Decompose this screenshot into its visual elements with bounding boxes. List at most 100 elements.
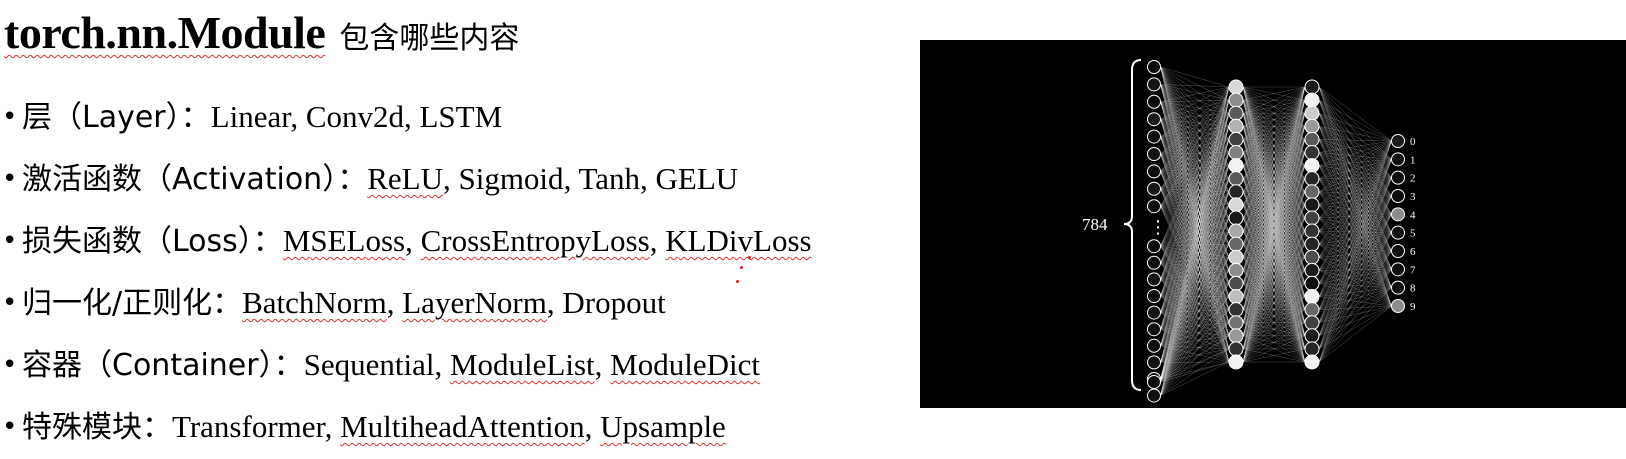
- bullet-list: 层（Layer）：Linear, Conv2d, LSTM激活函数（Activa…: [0, 86, 940, 458]
- bullet-category: 激活函数（Activation）：: [22, 162, 367, 197]
- neuron: [1305, 276, 1319, 290]
- module-name: ReLU: [367, 161, 443, 196]
- output-label: 0: [1410, 136, 1416, 148]
- neuron: [1148, 356, 1161, 369]
- module-name: MSELoss: [283, 223, 405, 258]
- output-label: 5: [1410, 228, 1416, 240]
- neuron: [1305, 224, 1319, 238]
- module-name: CrossEntropyLoss: [421, 223, 650, 258]
- neuron: [1305, 290, 1319, 304]
- connection: [1319, 214, 1392, 362]
- neuron: [1392, 135, 1405, 148]
- output-label: 7: [1410, 264, 1416, 276]
- output-label: 1: [1410, 154, 1416, 166]
- neuron: [1305, 80, 1319, 94]
- neuron: [1305, 250, 1319, 264]
- bullet-item: 层（Layer）：Linear, Conv2d, LSTM: [0, 86, 940, 148]
- neural-network-diagram: 784⋮0123456789: [920, 40, 1626, 408]
- neural-network-figure: 784⋮0123456789: [920, 40, 1626, 408]
- connection: [1319, 269, 1392, 362]
- neuron: [1148, 389, 1161, 402]
- module-name: ModuleList: [450, 347, 595, 382]
- neuron: [1229, 263, 1243, 277]
- neuron: [1305, 159, 1319, 173]
- neuron: [1148, 290, 1161, 303]
- neuron: [1148, 200, 1161, 213]
- neuron: [1148, 376, 1161, 389]
- neuron: [1148, 273, 1161, 286]
- input-ellipsis: ⋮: [1149, 217, 1167, 238]
- neuron: [1305, 185, 1319, 199]
- output-label: 8: [1410, 283, 1416, 295]
- neuron: [1392, 300, 1405, 313]
- bullet-item: 激活函数（Activation）：ReLU, Sigmoid, Tanh, GE…: [0, 148, 940, 210]
- neuron: [1229, 172, 1243, 186]
- neuron: [1229, 329, 1243, 343]
- neuron: [1305, 355, 1319, 369]
- neuron: [1148, 78, 1161, 91]
- neuron: [1392, 171, 1405, 184]
- neuron: [1305, 237, 1319, 251]
- bullet-category: 容器（Container）：: [22, 348, 304, 383]
- layer-2: [1305, 80, 1319, 369]
- neuron: [1392, 281, 1405, 294]
- module-name: BatchNorm: [242, 285, 387, 320]
- bullet-items: ReLU, Sigmoid, Tanh, GELU: [367, 161, 738, 196]
- bullet-item: 容器（Container）：Sequential, ModuleList, Mo…: [0, 334, 940, 396]
- neuron: [1229, 93, 1243, 107]
- connection-lines: [1161, 67, 1392, 396]
- neuron: [1229, 198, 1243, 212]
- neuron: [1229, 290, 1243, 304]
- module-name: LayerNorm: [402, 285, 547, 320]
- neuron: [1229, 132, 1243, 146]
- neuron: [1305, 303, 1319, 317]
- neuron: [1392, 226, 1405, 239]
- layer-3: [1392, 135, 1405, 313]
- neuron: [1392, 245, 1405, 258]
- module-name: Conv2d: [306, 99, 404, 134]
- neuron: [1229, 145, 1243, 159]
- neuron: [1305, 145, 1319, 159]
- neuron: [1305, 132, 1319, 146]
- neuron: [1305, 172, 1319, 186]
- neuron: [1305, 263, 1319, 277]
- bullet-items: MSELoss, CrossEntropyLoss, KLDivLoss: [283, 223, 812, 258]
- bullet-items: BatchNorm, LayerNorm, Dropout: [242, 285, 666, 320]
- neuron: [1148, 165, 1161, 178]
- bullet-items: Linear, Conv2d, LSTM: [211, 99, 503, 134]
- title-main: torch.nn.Module: [4, 6, 325, 59]
- neuron: [1305, 342, 1319, 356]
- bullet-category: 损失函数（Loss）：: [22, 224, 283, 259]
- neuron: [1148, 130, 1161, 143]
- neuron: [1229, 159, 1243, 173]
- neuron: [1229, 276, 1243, 290]
- neuron: [1229, 316, 1243, 330]
- neuron: [1229, 342, 1243, 356]
- input-size-label: 784: [1082, 215, 1108, 234]
- layer-1: [1229, 80, 1243, 369]
- module-name: Sigmoid: [458, 161, 563, 196]
- neuron: [1229, 250, 1243, 264]
- module-name: ModuleDict: [610, 347, 760, 382]
- module-name: Transformer: [172, 409, 325, 444]
- bullet-category: 层（Layer）：: [22, 100, 211, 135]
- module-name: GELU: [656, 161, 739, 196]
- input-brace: [1124, 60, 1141, 390]
- neuron: [1148, 182, 1161, 195]
- neuron: [1229, 211, 1243, 225]
- neuron: [1148, 113, 1161, 126]
- neuron: [1148, 306, 1161, 319]
- title-subtitle: 包含哪些内容: [339, 13, 519, 57]
- output-label: 6: [1410, 246, 1416, 258]
- neuron: [1305, 316, 1319, 330]
- neuron: [1229, 106, 1243, 120]
- neuron: [1229, 224, 1243, 238]
- neuron: [1392, 263, 1405, 276]
- neuron: [1148, 95, 1161, 108]
- bullet-category: 归一化/正则化：: [22, 286, 242, 321]
- module-name: MultiheadAttention: [340, 409, 585, 444]
- neuron: [1229, 237, 1243, 251]
- neuron: [1229, 185, 1243, 199]
- neuron: [1148, 323, 1161, 336]
- spellcheck-marks: [734, 250, 758, 294]
